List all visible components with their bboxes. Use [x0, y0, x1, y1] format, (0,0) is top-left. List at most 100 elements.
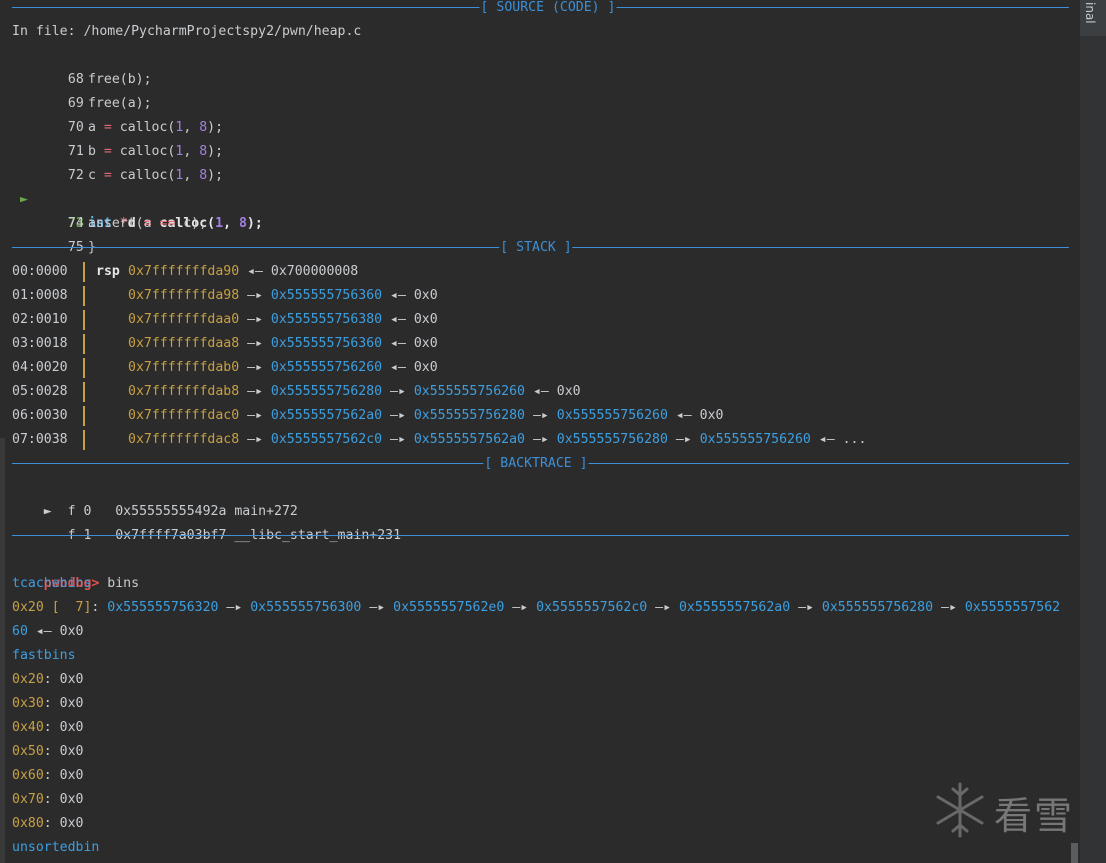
heap-address: 0x555555756320 [107, 600, 219, 615]
chain-text: —▸ [239, 408, 271, 423]
chain-text: —▸ [239, 288, 271, 303]
stack-address: 0x7fffffffdab0 [128, 360, 240, 375]
right-side-strip [1080, 0, 1106, 863]
heap-address: 0x555555756280 [556, 432, 668, 447]
bin-value: : 0x0 [43, 720, 84, 735]
end-rule [12, 535, 1069, 536]
heap-address: 0x5555557562c0 [536, 600, 648, 615]
chain-text: —▸ [239, 336, 271, 351]
watermark-text: 看雪 [994, 794, 1075, 838]
terminal-tab-label[interactable]: inal [1083, 2, 1097, 24]
code-text: assert(a == c); [88, 216, 208, 231]
chain-text: ◂— 0x0 [382, 312, 438, 327]
source-line: 71 b = calloc(1, 8); [12, 116, 223, 159]
source-file-path: In file: /home/PycharmProjectspy2/pwn/he… [12, 24, 362, 39]
stack-separator [83, 262, 85, 282]
stack-header-label: [ STACK ] [499, 236, 573, 260]
chain-text: —▸ [382, 408, 414, 423]
heap-address: 0x5555557562a0 [678, 600, 791, 615]
stack-row: 03:0018 0x7fffffffdaa8 —▸ 0x555555756360 … [12, 332, 438, 356]
source-header-label: [ SOURCE (CODE) ] [479, 0, 617, 20]
heap-address: 0x5555557562 [964, 600, 1061, 615]
heap-address: 0x555555756280 [821, 600, 934, 615]
chain-text: —▸ [239, 432, 271, 447]
chain-text: ◂— 0x700000008 [239, 264, 359, 279]
bin-size: 0x50 [12, 744, 44, 759]
scrollbar-thumb[interactable] [1071, 843, 1078, 863]
heap-address: 0x555555756280 [413, 408, 525, 423]
stack-separator [83, 286, 85, 306]
stack-separator [83, 406, 85, 426]
heap-address: 0x5555557562a0 [270, 408, 383, 423]
fastbin-entry: 0x40: 0x0 [12, 716, 83, 740]
stack-chain: 0x7fffffffda98 —▸ 0x555555756360 ◂— 0x0 [128, 284, 438, 308]
fastbins-title: fastbins [12, 648, 76, 663]
chain-text: —▸ [361, 600, 394, 615]
stack-address: 0x7fffffffdab8 [128, 384, 240, 399]
bin-size: 0x20 [ 7] [12, 600, 92, 615]
stack-offset: 07:0038 [12, 432, 68, 447]
tcachebins-title: tcachebins [12, 576, 92, 591]
stack-chain: 0x7fffffffdaa0 —▸ 0x555555756380 ◂— 0x0 [128, 308, 438, 332]
chain-text: —▸ [218, 600, 251, 615]
stack-offset: 03:0018 [12, 336, 68, 351]
stack-separator [83, 430, 85, 450]
fastbin-entry: 0x20: 0x0 [12, 668, 83, 692]
bin-value: : 0x0 [43, 744, 84, 759]
heap-address: 0x5555557562a0 [413, 432, 525, 447]
bin-size: 0x20 [12, 672, 44, 687]
stack-address: 0x7fffffffdaa0 [128, 312, 240, 327]
stack-offset: 05:0028 [12, 384, 68, 399]
chain-text: —▸ [382, 384, 414, 399]
backtrace-section-header: [ BACKTRACE ] [12, 452, 1069, 476]
source-line: 68 free(b); [12, 44, 152, 87]
command-line[interactable]: pwndbg> bins [12, 548, 139, 591]
stack-row: 01:0008 0x7fffffffda98 —▸ 0x555555756360 … [12, 284, 438, 308]
stack-offset: 02:0010 [12, 312, 68, 327]
source-line: 74 assert(a == c); [12, 188, 207, 231]
bin-size: 0x80 [12, 816, 44, 831]
chain-text: ◂— 0x0 [382, 360, 438, 375]
stack-row: 02:0010 0x7fffffffdaa0 —▸ 0x555555756380 … [12, 308, 438, 332]
chain-text: —▸ [647, 600, 679, 615]
stack-address: 0x7fffffffdac0 [128, 408, 240, 423]
stack-row: 04:0020 0x7fffffffdab0 —▸ 0x555555756260 … [12, 356, 438, 380]
chain-text: —▸ [239, 312, 271, 327]
chain-text: —▸ [933, 600, 965, 615]
backtrace-header-label: [ BACKTRACE ] [483, 452, 589, 476]
bin-value: : 0x0 [43, 792, 84, 807]
bin-value: : 0x0 [43, 768, 84, 783]
chain-text: —▸ [239, 384, 271, 399]
heap-address: 0x555555756300 [250, 600, 362, 615]
backtrace-frame: ► f 0 0x55555555492a main+272 [12, 476, 298, 519]
code-text: free(a); [88, 96, 152, 111]
chain-text: —▸ [525, 408, 557, 423]
command-text: bins [107, 576, 140, 591]
code-text: a = calloc(1, 8); [88, 120, 224, 135]
bin-value: : 0x0 [43, 816, 84, 831]
current-source-line: ► 73 int *d = calloc(1, 8); [12, 164, 263, 231]
heap-address: 0x5555557562e0 [393, 600, 505, 615]
chain-text: —▸ [525, 432, 557, 447]
chain-text: ◂— ... [810, 432, 867, 447]
stack-address: 0x7fffffffdac8 [128, 432, 240, 447]
stack-section-header: [ STACK ] [12, 236, 1069, 260]
stack-chain: 0x7fffffffdac8 —▸ 0x5555557562c0 —▸ 0x55… [128, 428, 866, 452]
fastbin-entry: 0x70: 0x0 [12, 788, 83, 812]
terminal-panel[interactable]: [ SOURCE (CODE) ] In file: /home/Pycharm… [0, 0, 1080, 863]
chain-text: ◂— 0x0 [667, 408, 724, 423]
source-line: 72 c = calloc(1, 8); [12, 140, 223, 183]
tcache-entry: 0x20 [ 7]: 0x555555756320 —▸ 0x555555756… [12, 596, 1060, 620]
heap-address: 0x555555756360 [270, 288, 383, 303]
heap-address: 0x555555756260 [699, 432, 811, 447]
bin-value: : 0x0 [43, 696, 84, 711]
bin-size: 0x60 [12, 768, 44, 783]
chain-text: —▸ [790, 600, 822, 615]
code-text: c = calloc(1, 8); [88, 168, 224, 183]
stack-row: 07:0038 0x7fffffffdac8 —▸ 0x5555557562c0 … [12, 428, 866, 452]
code-text: b = calloc(1, 8); [88, 144, 224, 159]
stack-chain: 0x7fffffffdac0 —▸ 0x5555557562a0 —▸ 0x55… [128, 404, 724, 428]
bin-size: 0x30 [12, 696, 44, 711]
heap-address: 60 [12, 624, 28, 639]
stack-offset: 01:0008 [12, 288, 68, 303]
